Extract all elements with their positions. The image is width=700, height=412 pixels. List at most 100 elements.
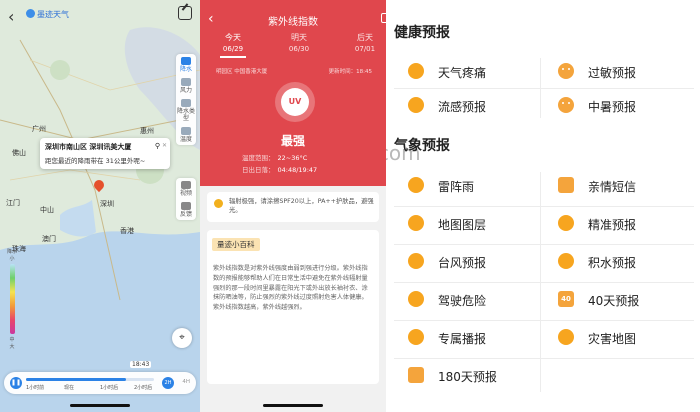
tool-wind[interactable]: 风力 — [176, 75, 196, 96]
info-key: 温度范围： — [242, 154, 275, 162]
service-item[interactable]: 专属播报 — [394, 322, 534, 353]
watermark-text: xyrzgs.com — [386, 141, 421, 165]
calendar-180-icon — [408, 367, 424, 383]
tool-label: 风力 — [179, 87, 192, 94]
tool-label: 温度 — [179, 136, 192, 143]
tool-label: 降水 — [179, 66, 192, 73]
tool-temperature[interactable]: 温度 — [176, 124, 196, 145]
service-item[interactable]: 中暑预报 — [544, 90, 684, 121]
location-tooltip[interactable]: 深圳市南山区 深圳讯美大厦 距您最近的降雨带在 31公里外呢~ ⚲ ✕ — [40, 138, 170, 169]
divider — [394, 282, 694, 283]
tool-video[interactable]: 视频 — [176, 178, 196, 199]
service-item[interactable]: 180天预报 — [394, 360, 534, 391]
heatstroke-face-icon — [558, 97, 574, 113]
service-item[interactable]: 亲情短信 — [544, 170, 684, 201]
disaster-map-icon — [558, 329, 574, 345]
service-label: 驾驶危险 — [438, 294, 487, 308]
tool-feedback[interactable]: 反馈 — [176, 199, 196, 220]
service-item[interactable]: 台风预报 — [394, 246, 534, 277]
tab-today[interactable]: 今天 06/29 — [208, 32, 258, 58]
service-label: 台风预报 — [438, 256, 487, 270]
brand: 墨迹天气 — [26, 9, 69, 20]
tab-day-after[interactable]: 后天 07/01 — [340, 32, 386, 53]
divider — [394, 244, 694, 245]
timeline-track[interactable] — [26, 378, 154, 381]
wiki-text: 紫外线指数是对紫外线强度由弱到强进行分级。紫外线指数的预报能够帮助人们在日常生活… — [213, 265, 368, 312]
waterlogging-icon — [558, 253, 574, 269]
locate-button[interactable]: ⌖ — [172, 328, 192, 348]
legend-color-bar — [9, 264, 15, 334]
map-top-bar: ‹ 墨迹天气 — [0, 0, 200, 32]
location-text: 明园区 中国香港大厦 — [216, 69, 268, 75]
service-label: 40天预报 — [588, 294, 640, 308]
four-hour-button[interactable]: 4H — [182, 379, 190, 385]
service-item[interactable]: 驾驶危险 — [394, 284, 534, 315]
tab-date: 06/29 — [222, 45, 244, 53]
health-grid: 天气疼痛 过敏预报流感预报 中暑预报 — [394, 54, 694, 122]
message-icon — [558, 177, 574, 193]
rain-map-panel: ‹ 墨迹天气 广州东莞佛山江门中山深圳香港澳门珠海惠州 降水 风力 降水类型 温… — [0, 0, 200, 412]
timeline-progress — [26, 378, 126, 381]
tool-label: 反馈 — [179, 211, 192, 218]
update-time: 更新时间：18:45 — [328, 69, 372, 75]
info-value: 04:48/19:47 — [277, 166, 318, 174]
service-label: 专属播报 — [438, 332, 487, 346]
service-label: 雷阵雨 — [438, 180, 475, 194]
tool-precip-type[interactable]: 降水类型 — [176, 96, 196, 124]
advice-text: 辐射极强，请涂擦SPF20以上，PA++护肤品，避强光。 — [229, 198, 374, 214]
service-item[interactable]: 40 40天预报 — [544, 284, 684, 315]
tab-tomorrow[interactable]: 明天 06/30 — [274, 32, 324, 53]
city-label: 广州 — [32, 125, 46, 133]
day-tabs: 今天 06/29 明天 06/30 后天 07/01 — [200, 32, 386, 58]
uv-panel: ‹ 紫外线指数 今天 06/29 明天 06/30 后天 07/01 明园区 中国香港… — [200, 0, 386, 412]
legend-title: 降水 — [7, 249, 18, 255]
play-button[interactable]: ❚❚ — [10, 377, 22, 389]
close-icon[interactable]: ✕ — [162, 142, 167, 149]
service-item[interactable]: 流感预报 — [394, 90, 534, 121]
service-item[interactable]: 积水预报 — [544, 246, 684, 277]
uv-header: ‹ 紫外线指数 今天 06/29 明天 06/30 后天 07/01 明园区 中国香港… — [200, 0, 386, 186]
share-icon[interactable] — [178, 6, 192, 20]
tab-date: 06/30 — [288, 45, 310, 53]
timeline-label: 1小时后 — [100, 385, 119, 391]
tooltip-subtitle: 距您最近的降雨带在 31公里外呢~ — [45, 157, 146, 165]
city-label: 惠州 — [140, 127, 154, 135]
service-label: 流感预报 — [438, 100, 487, 114]
city-label: 香港 — [120, 227, 134, 235]
tab-date: 07/01 — [354, 45, 376, 53]
info-key: 日出日落： — [242, 166, 275, 174]
legend-level: 小 — [9, 256, 15, 262]
tab-label: 明天 — [291, 33, 307, 42]
watermark: xyrzgs.com — [386, 141, 421, 165]
layer-toolbar: 降水 风力 降水类型 温度 — [176, 54, 196, 145]
service-item[interactable]: 雷阵雨 — [394, 170, 534, 201]
service-item[interactable]: 地图图层 — [394, 208, 534, 239]
brand-name: 墨迹天气 — [37, 10, 69, 19]
service-label: 积水预报 — [588, 256, 637, 270]
service-item[interactable]: 过敏预报 — [544, 56, 684, 87]
info-value: 22~36°C — [277, 154, 308, 162]
service-item[interactable]: 精准预报 — [544, 208, 684, 239]
pain-icon — [408, 63, 424, 79]
health-section-title: 健康预报 — [394, 25, 450, 41]
divider — [394, 206, 694, 207]
tab-label: 后天 — [357, 33, 373, 42]
rain-icon — [181, 57, 191, 65]
driving-danger-icon — [408, 291, 424, 307]
service-label: 灾害地图 — [588, 332, 637, 346]
feedback-icon — [181, 202, 191, 210]
map-layers-icon — [408, 215, 424, 231]
page-title: 紫外线指数 — [268, 17, 318, 28]
two-hour-button[interactable]: 2H — [162, 377, 174, 389]
timeline-bar: ❚❚ 1小时前 现在 1小时后 2小时后 2H 4H — [4, 372, 196, 394]
precip-legend: 降水 小 中 大 — [7, 248, 17, 350]
service-item[interactable]: 天气疼痛 — [394, 56, 534, 87]
tool-rain[interactable]: 降水 — [176, 54, 196, 75]
service-label: 中暑预报 — [588, 100, 637, 114]
service-label: 天气疼痛 — [438, 66, 487, 80]
moji-logo-icon — [26, 9, 35, 18]
city-label: 深圳 — [100, 200, 114, 208]
service-item[interactable]: 灾害地图 — [544, 322, 684, 353]
city-label: 中山 — [40, 206, 54, 214]
back-icon[interactable]: ‹ — [8, 7, 14, 26]
